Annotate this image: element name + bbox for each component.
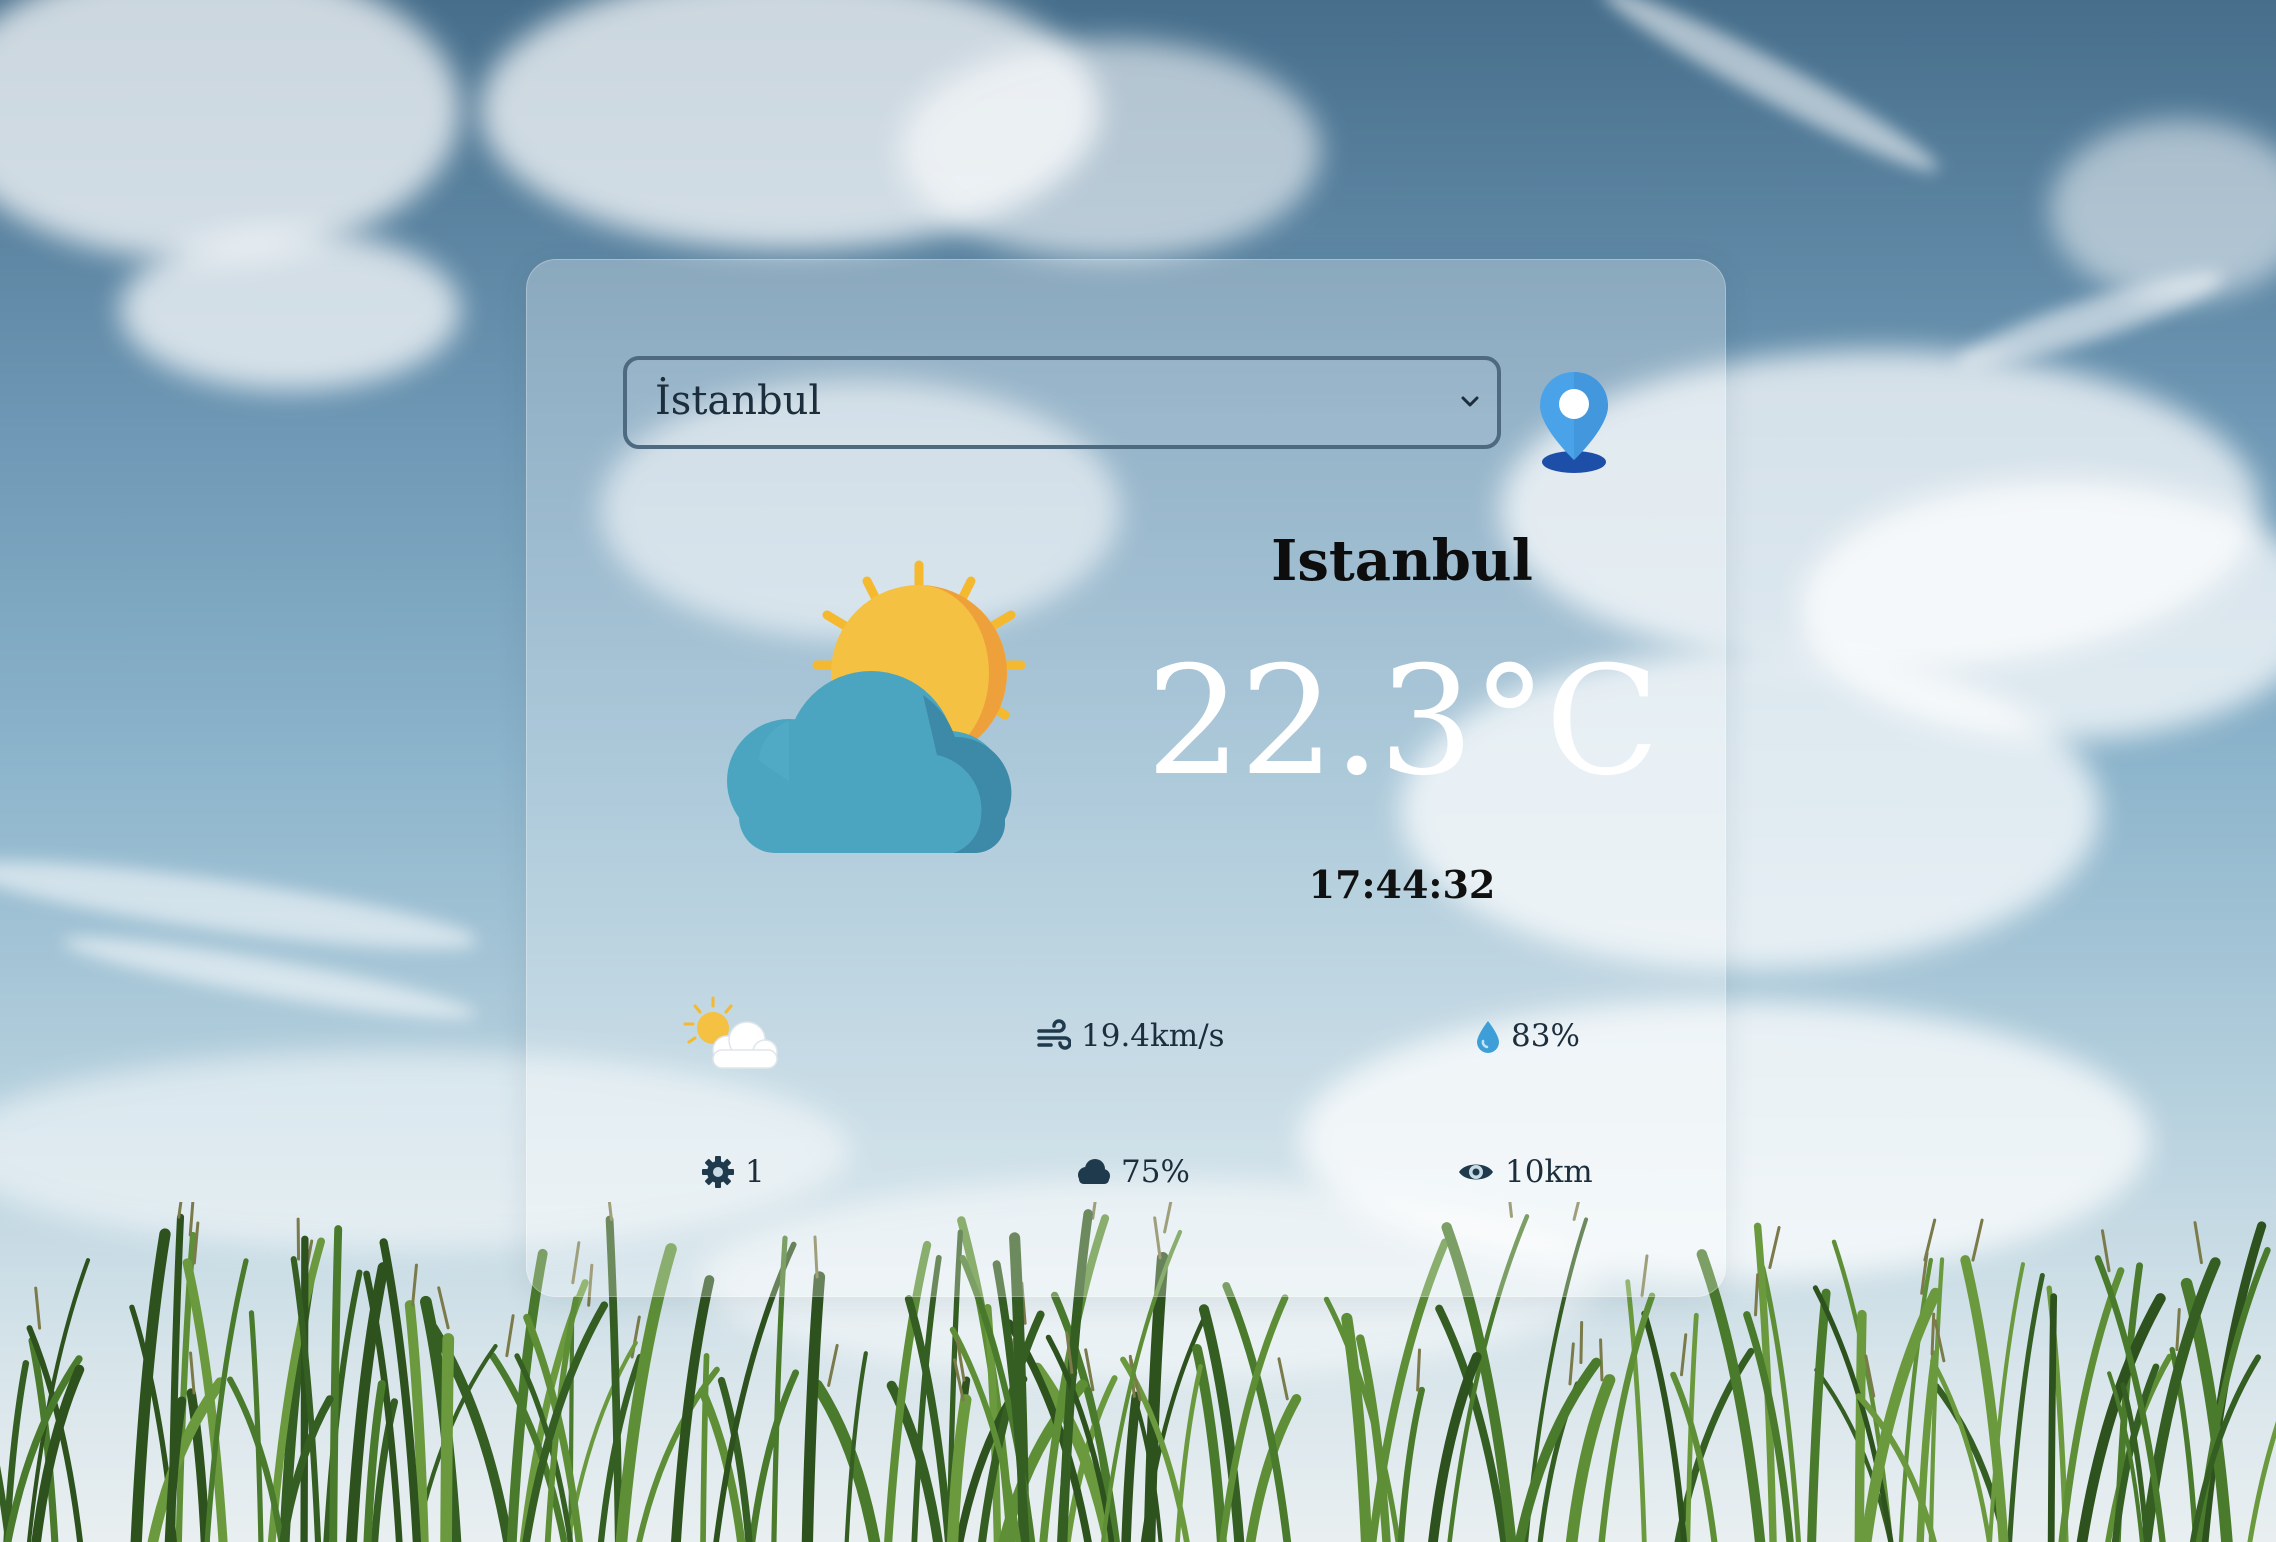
humidity-stat: 83% — [1475, 1018, 1580, 1054]
cloud-icon — [1078, 1159, 1110, 1184]
uv-value: 1 — [745, 1154, 765, 1190]
weather-card: İstanbul Istanbul 22.3°C 17:44:32 19.4km… — [526, 259, 1726, 1297]
wind-stat: 19.4km/s — [1037, 1018, 1225, 1054]
wind-value: 19.4km/s — [1081, 1018, 1225, 1054]
wind-icon — [1037, 1019, 1071, 1050]
chevron-down-icon — [1461, 396, 1479, 407]
visibility-stat: 10km — [1457, 1154, 1593, 1190]
clouds-stat: 75% — [1075, 1154, 1190, 1190]
location-pin-icon[interactable] — [1536, 368, 1612, 474]
city-name: Istanbul — [1271, 528, 1533, 594]
temperature-value: 22.3°C — [1146, 635, 1660, 809]
sun-behind-cloud-icon — [727, 560, 1026, 854]
gear-icon — [702, 1156, 734, 1188]
water-drop-icon — [1477, 1021, 1499, 1053]
partly-cloudy-icon — [683, 996, 778, 1069]
city-select[interactable]: İstanbul — [623, 356, 1501, 449]
visibility-value: 10km — [1505, 1154, 1593, 1190]
eye-icon — [1459, 1164, 1493, 1180]
condition-stat — [675, 994, 785, 1074]
uv-stat: 1 — [701, 1154, 765, 1190]
clouds-value: 75% — [1121, 1154, 1190, 1190]
city-select-value: İstanbul — [655, 378, 822, 424]
current-time: 17:44:32 — [1308, 862, 1496, 907]
humidity-value: 83% — [1511, 1018, 1580, 1054]
